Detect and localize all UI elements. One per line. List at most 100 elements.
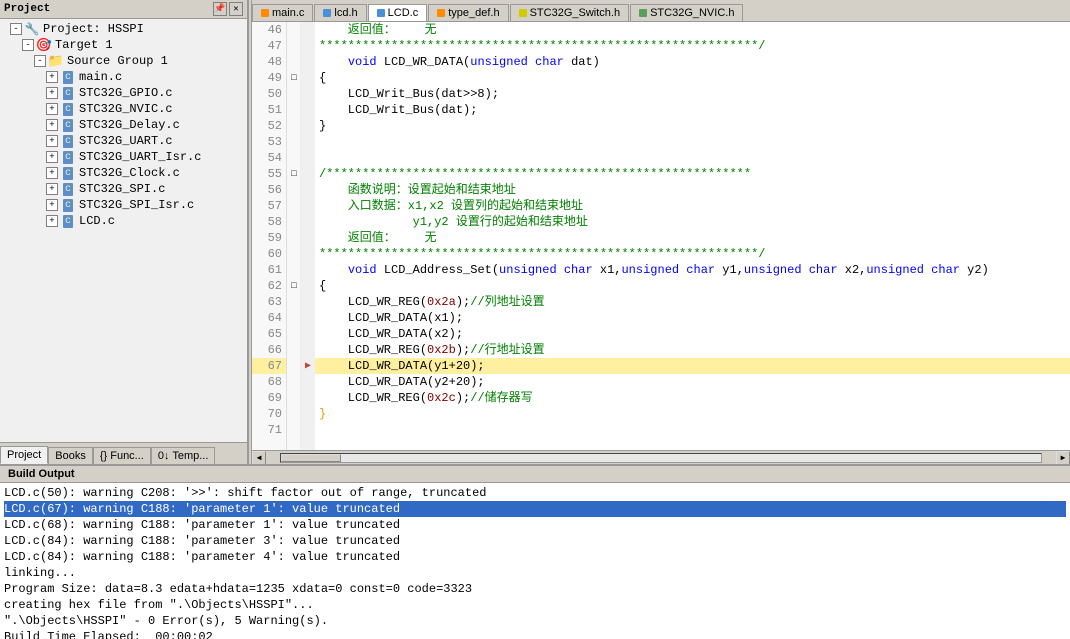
sidebar-header-controls: 📌 ✕ (213, 2, 243, 16)
arrow-59 (301, 230, 315, 246)
tab-label-nvic-h: STC32G_NVIC.h (650, 7, 734, 19)
sidebar-tab-books[interactable]: Books (48, 447, 93, 464)
line-num-63: 63 (252, 294, 286, 310)
scroll-left-btn[interactable]: ◀ (252, 451, 266, 465)
tree-expand-gpio[interactable]: + (46, 87, 58, 99)
tree-file-spi[interactable]: + c STC32G_SPI.c (2, 181, 245, 197)
tree-expand-project[interactable]: - (10, 23, 22, 35)
arrow-52 (301, 118, 315, 134)
arrow-49 (301, 70, 315, 86)
file-spi-label: STC32G_SPI.c (79, 182, 165, 196)
collapse-61 (287, 262, 301, 278)
tab-stc32g-switch-h[interactable]: STC32G_Switch.h (510, 4, 629, 21)
arrow-66 (301, 342, 315, 358)
tree-expand-lcd[interactable]: + (46, 215, 58, 227)
arrow-47 (301, 38, 315, 54)
tree-file-clock[interactable]: + c STC32G_Clock.c (2, 165, 245, 181)
sidebar-tabs: Project Books {} Func... 0↓ Temp... (0, 442, 247, 464)
collapse-50 (287, 86, 301, 102)
code-content[interactable]: 返回值： 无 *********************************… (315, 22, 1070, 450)
line-num-70: 70 (252, 406, 286, 422)
tree-expand-main[interactable]: + (46, 71, 58, 83)
tree-expand-target[interactable]: - (22, 39, 34, 51)
tree-target[interactable]: - 🎯 Target 1 (2, 37, 245, 53)
build-content[interactable]: LCD.c(50): warning C208: '>>': shift fac… (0, 483, 1070, 639)
code-line-53 (315, 134, 1070, 150)
tab-label-type-def-h: type_def.h (448, 7, 499, 19)
tree-expand-source-group[interactable]: - (34, 55, 46, 67)
sidebar-tab-funcs[interactable]: {} Func... (93, 447, 151, 464)
tab-main-c[interactable]: main.c (252, 4, 313, 21)
collapse-57 (287, 198, 301, 214)
tree-file-main[interactable]: + c main.c (2, 69, 245, 85)
tree-file-nvic[interactable]: + c STC32G_NVIC.c (2, 101, 245, 117)
sidebar-tab-temp[interactable]: 0↓ Temp... (151, 447, 216, 464)
arrow-64 (301, 310, 315, 326)
line-num-66: 66 (252, 342, 286, 358)
file-uart-isr-label: STC32G_UART_Isr.c (79, 150, 201, 164)
code-scroll-track[interactable] (280, 453, 1042, 463)
tab-label-lcd-c: LCD.c (388, 7, 419, 19)
arrow-62 (301, 278, 315, 294)
code-scrollbar-h[interactable]: ◀ ▶ (252, 450, 1070, 464)
tab-dot-switch-h (519, 9, 527, 17)
tree-expand-delay[interactable]: + (46, 119, 58, 131)
code-line-51: LCD_Writ_Bus(dat); (315, 102, 1070, 118)
code-line-58: y1,y2 设置行的起始和结束地址 (315, 214, 1070, 230)
tree-file-delay[interactable]: + c STC32G_Delay.c (2, 117, 245, 133)
arrow-48 (301, 54, 315, 70)
file-spi-icon: c (60, 182, 76, 196)
sidebar-close-btn[interactable]: ✕ (229, 2, 243, 16)
collapse-65 (287, 326, 301, 342)
code-editor: 46 47 48 49 50 51 52 53 54 55 56 57 58 5… (252, 22, 1070, 450)
sidebar-tab-project[interactable]: Project (0, 446, 48, 464)
arrow-53 (301, 134, 315, 150)
tree-project[interactable]: - 🔧 Project: HSSPI (2, 21, 245, 37)
tree-expand-spi-isr[interactable]: + (46, 199, 58, 211)
tab-lcd-c[interactable]: LCD.c (368, 4, 428, 21)
tree-expand-uart-isr[interactable]: + (46, 151, 58, 163)
build-line-7: Program Size: data=8.3 edata+hdata=1235 … (4, 581, 1066, 597)
tree-source-group[interactable]: - 📁 Source Group 1 (2, 53, 245, 69)
line-num-46: 46 (252, 22, 286, 38)
file-lcd-label: LCD.c (79, 214, 115, 228)
collapse-62[interactable]: □ (287, 278, 301, 294)
line-num-58: 58 (252, 214, 286, 230)
file-gpio-label: STC32G_GPIO.c (79, 86, 173, 100)
collapse-52 (287, 118, 301, 134)
line-num-47: 47 (252, 38, 286, 54)
tree-expand-uart[interactable]: + (46, 135, 58, 147)
collapse-51 (287, 102, 301, 118)
sidebar-pin-btn[interactable]: 📌 (213, 2, 227, 16)
collapse-48 (287, 54, 301, 70)
collapse-49[interactable]: □ (287, 70, 301, 86)
tab-dot-main-c (261, 9, 269, 17)
file-spi-isr-icon: c (60, 198, 76, 212)
tab-lcd-h[interactable]: lcd.h (314, 4, 366, 21)
top-area: Project 📌 ✕ - 🔧 Project: HSSPI - 🎯 Targe (0, 0, 1070, 464)
collapse-70 (287, 406, 301, 422)
file-lcd-icon: c (60, 214, 76, 228)
scroll-right-btn[interactable]: ▶ (1056, 451, 1070, 465)
tree-file-gpio[interactable]: + c STC32G_GPIO.c (2, 85, 245, 101)
file-uart-icon: c (60, 134, 76, 148)
tab-stc32g-nvic-h[interactable]: STC32G_NVIC.h (630, 4, 743, 21)
tree-file-lcd[interactable]: + c LCD.c (2, 213, 245, 229)
collapse-56 (287, 182, 301, 198)
collapse-55[interactable]: □ (287, 166, 301, 182)
line-num-55: 55 (252, 166, 286, 182)
tree-expand-clock[interactable]: + (46, 167, 58, 179)
tree-expand-spi[interactable]: + (46, 183, 58, 195)
code-line-48: void LCD_WR_DATA(unsigned char dat) (315, 54, 1070, 70)
code-scroll-thumb[interactable] (281, 454, 341, 462)
tree-file-spi-isr[interactable]: + c STC32G_SPI_Isr.c (2, 197, 245, 213)
arrow-56 (301, 182, 315, 198)
tree-file-uart[interactable]: + c STC32G_UART.c (2, 133, 245, 149)
line-num-68: 68 (252, 374, 286, 390)
collapse-69 (287, 390, 301, 406)
tree-file-uart-isr[interactable]: + c STC32G_UART_Isr.c (2, 149, 245, 165)
collapse-gutter: □ □ □ (287, 22, 301, 450)
build-line-6: linking... (4, 565, 1066, 581)
tab-type-def-h[interactable]: type_def.h (428, 4, 508, 21)
tree-expand-nvic[interactable]: + (46, 103, 58, 115)
